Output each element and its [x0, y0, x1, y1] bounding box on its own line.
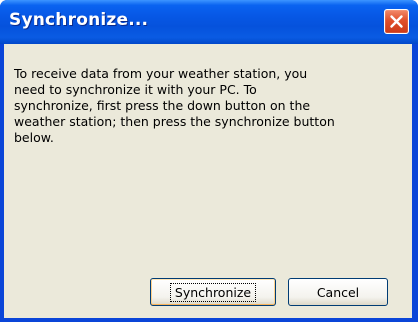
cancel-button[interactable]: Cancel [288, 278, 388, 306]
close-button[interactable] [384, 9, 409, 34]
cancel-button-label: Cancel [316, 284, 360, 300]
dialog-body: To receive data from your weather statio… [4, 44, 412, 318]
window-title: Synchronize... [9, 10, 149, 30]
title-bar[interactable]: Synchronize... [0, 0, 418, 44]
synchronize-button-label: Synchronize [169, 282, 257, 302]
instruction-text: To receive data from your weather statio… [14, 66, 335, 145]
synchronize-dialog: Synchronize... To receive data from your… [0, 0, 418, 322]
synchronize-button[interactable]: Synchronize [150, 278, 276, 306]
close-icon [390, 15, 403, 28]
